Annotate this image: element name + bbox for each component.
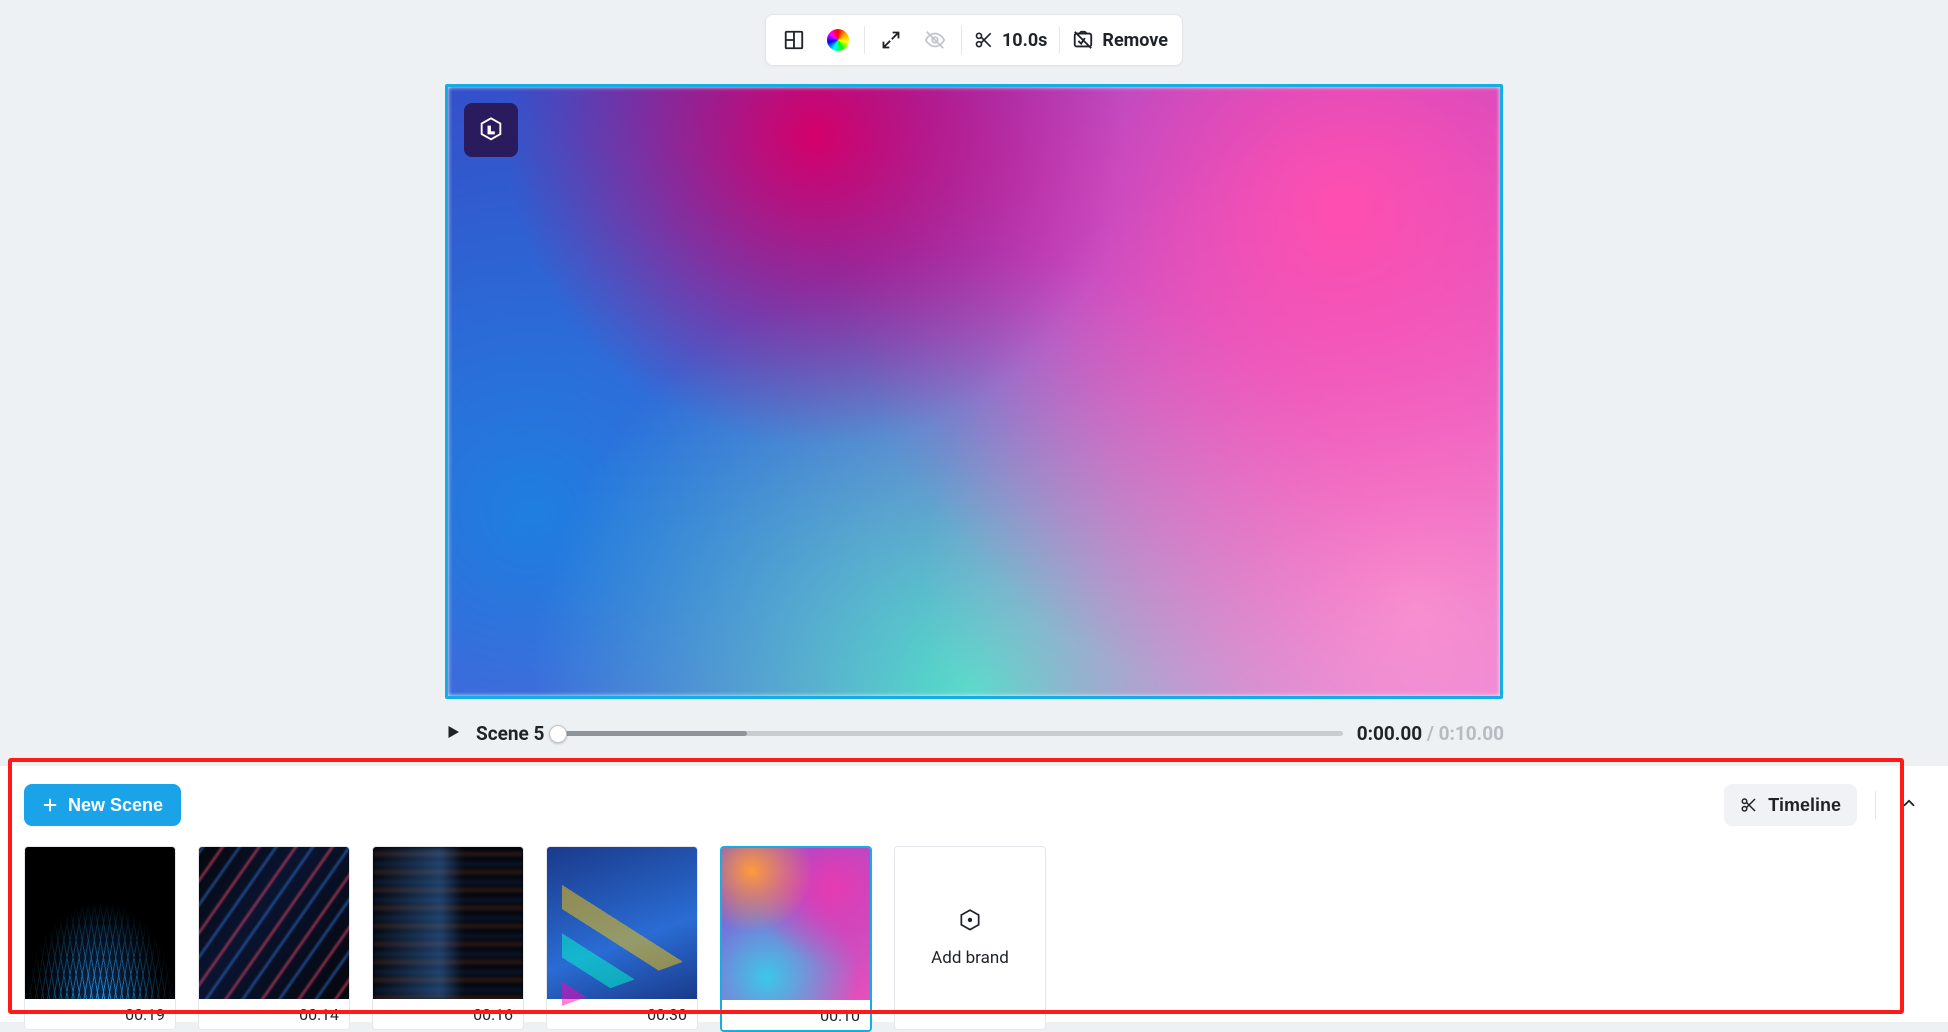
scene-duration: 00:30 <box>547 999 697 1029</box>
scene-duration: 00:14 <box>199 999 349 1029</box>
chevron-up-icon <box>1900 794 1918 812</box>
color-wheel-icon <box>827 29 849 51</box>
scene-duration: 00:10 <box>722 1000 870 1030</box>
timeline-label: Timeline <box>1768 795 1841 816</box>
progress-fill <box>558 731 746 736</box>
brand-logo-badge[interactable]: L <box>464 103 518 157</box>
preview-canvas[interactable]: L <box>445 84 1503 699</box>
scene-strip: 00:19 00:14 00:16 00:30 00:10 Add brand <box>24 846 1924 1032</box>
add-brand-label: Add brand <box>931 948 1009 968</box>
play-button[interactable] <box>444 723 462 745</box>
toolbar-separator <box>961 26 962 54</box>
scenes-panel-header: New Scene Timeline <box>24 784 1924 826</box>
playbar: Scene 5 0:00.00 / 0:10.00 <box>444 722 1504 745</box>
scene-toolbar: 10.0s Remove <box>765 14 1183 66</box>
svg-text:L: L <box>488 125 495 137</box>
visibility-button[interactable] <box>913 20 957 60</box>
new-scene-button[interactable]: New Scene <box>24 784 181 826</box>
toolbar-separator <box>1059 26 1060 54</box>
new-scene-label: New Scene <box>68 795 163 816</box>
progress-track <box>558 731 1342 736</box>
time-total: 0:10.00 <box>1439 722 1504 745</box>
scene-duration: 00:19 <box>25 999 175 1029</box>
fit-expand-button[interactable] <box>869 20 913 60</box>
scene-thumb-image <box>547 847 697 999</box>
trim-duration-button[interactable]: 10.0s <box>966 20 1055 60</box>
scene-thumb-image <box>199 847 349 999</box>
progress-thumb[interactable] <box>549 725 567 743</box>
timeline-button[interactable]: Timeline <box>1724 784 1857 826</box>
color-wheel-button[interactable] <box>816 20 860 60</box>
preview-background <box>448 87 1500 696</box>
layout-button[interactable] <box>772 20 816 60</box>
current-scene-label: Scene 5 <box>476 722 544 745</box>
toolbar-separator <box>864 26 865 54</box>
remove-button[interactable]: Remove <box>1064 20 1176 60</box>
hexagon-icon <box>957 908 983 934</box>
time-display: 0:00.00 / 0:10.00 <box>1357 722 1504 745</box>
scissors-icon <box>1740 796 1758 814</box>
scene-thumb-image <box>722 848 870 1000</box>
remove-label: Remove <box>1102 30 1168 51</box>
scene-thumb-image <box>373 847 523 999</box>
scene-thumbnail-5[interactable]: 00:10 <box>720 846 872 1032</box>
time-current: 0:00.00 <box>1357 722 1422 745</box>
add-brand-card[interactable]: Add brand <box>894 846 1046 1030</box>
scene-thumb-image <box>25 847 175 999</box>
plus-icon <box>42 797 58 813</box>
collapse-panel-button[interactable] <box>1894 788 1924 822</box>
scene-duration: 00:16 <box>373 999 523 1029</box>
scene-thumbnail-4[interactable]: 00:30 <box>546 846 698 1030</box>
scenes-panel: New Scene Timeline 00:19 00:14 <box>0 766 1948 1022</box>
scene-thumbnail-1[interactable]: 00:19 <box>24 846 176 1030</box>
scene-thumbnail-3[interactable]: 00:16 <box>372 846 524 1030</box>
duration-value: 10.0s <box>1002 30 1047 51</box>
progress-bar[interactable] <box>558 725 1342 743</box>
scene-thumbnail-2[interactable]: 00:14 <box>198 846 350 1030</box>
panel-separator <box>1875 791 1876 819</box>
